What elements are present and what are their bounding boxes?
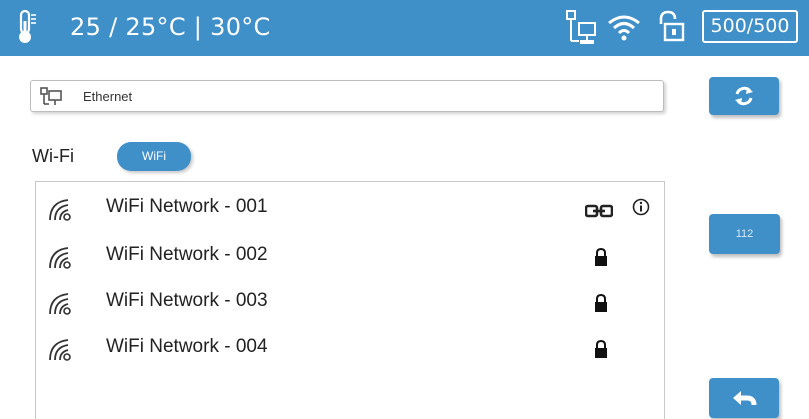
info-icon[interactable] (632, 198, 650, 216)
count-badge: 500/500 (702, 10, 798, 43)
network-name: WiFi Network - 003 (106, 290, 268, 311)
lock-icon (595, 339, 607, 358)
lock-icon (595, 247, 607, 266)
network-name: WiFi Network - 001 (106, 196, 268, 217)
wifi-toggle-button[interactable]: WiFi (117, 142, 191, 171)
network-name: WiFi Network - 004 (106, 336, 268, 357)
back-arrow-icon (733, 391, 757, 406)
thermometer-icon (19, 9, 36, 43)
network-row-002[interactable]: WiFi Network - 002 (36, 234, 664, 280)
network-name: WiFi Network - 002 (106, 244, 268, 265)
temperature-readout: 25 / 25°C | 30°C (70, 13, 271, 41)
refresh-icon (735, 86, 753, 106)
network-row-004[interactable]: WiFi Network - 004 (36, 326, 664, 372)
wifi-icon (608, 15, 640, 41)
back-button[interactable] (709, 378, 779, 418)
frequency-button[interactable]: 112 (709, 214, 780, 254)
status-bar: 25 / 25°C | 30°C 500/500 (0, 0, 809, 56)
lock-icon (595, 293, 607, 312)
ethernet-bar[interactable]: Ethernet (30, 80, 664, 112)
wifi-signal-icon (49, 293, 71, 315)
link-icon (585, 204, 613, 218)
network-icon (566, 10, 596, 44)
wifi-signal-icon (49, 199, 71, 221)
network-list[interactable]: WiFi Network - 001 WiFi Network - 002 Wi… (35, 181, 665, 419)
wifi-signal-icon (49, 247, 71, 269)
refresh-button[interactable] (709, 77, 779, 115)
ethernet-label: Ethernet (83, 89, 133, 104)
network-row-003[interactable]: WiFi Network - 003 (36, 280, 664, 326)
ethernet-icon (40, 87, 62, 105)
unlock-icon (659, 10, 685, 42)
wifi-signal-icon (49, 339, 71, 361)
network-row-001[interactable]: WiFi Network - 001 (36, 186, 664, 232)
wifi-label: Wi-Fi (32, 146, 74, 166)
